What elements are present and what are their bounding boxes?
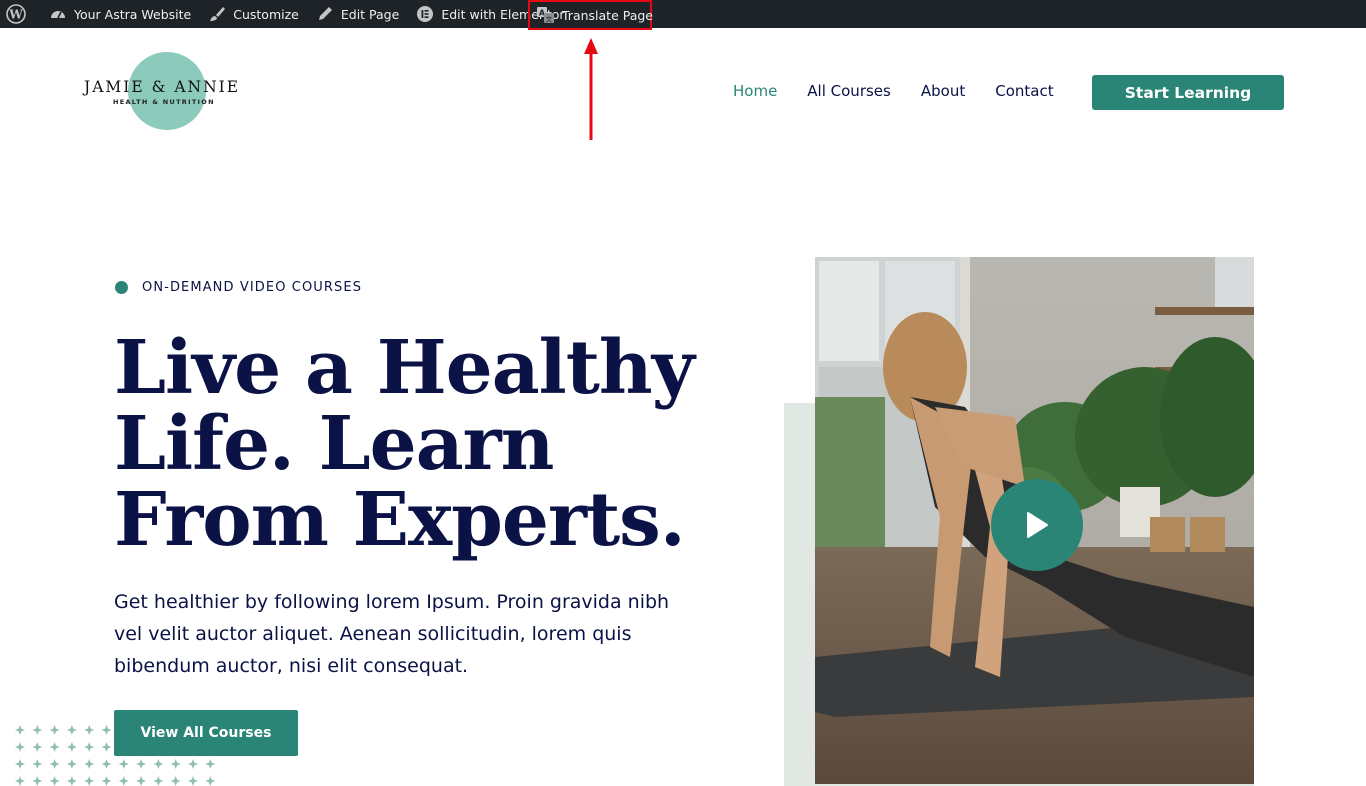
nav-item-contact[interactable]: Contact — [995, 82, 1053, 100]
hero-description: Get healthier by following lorem Ipsum. … — [114, 591, 670, 677]
site-logo[interactable]: JAMIE & ANNIE HEALTH & NUTRITION — [84, 52, 256, 134]
play-icon — [1027, 512, 1048, 538]
nav-item-all-courses[interactable]: All Courses — [807, 82, 891, 100]
pencil-icon — [315, 4, 335, 24]
play-video-button[interactable] — [991, 479, 1083, 571]
main-navigation: Home All Courses About Contact — [733, 82, 1084, 100]
svg-text:W: W — [8, 8, 23, 22]
customize-link[interactable]: Customize — [199, 0, 307, 28]
translate-page-link[interactable]: A文 Translate Page — [528, 0, 653, 30]
elementor-icon — [415, 4, 435, 24]
admin-bar: W Your Astra Website Customize Edit Page… — [0, 0, 1366, 30]
site-name-label: Your Astra Website — [74, 6, 192, 22]
eyebrow-text: ON-DEMAND VIDEO COURSES — [142, 280, 363, 295]
hero-title-line: From Experts. — [114, 477, 686, 563]
translate-page-label: Translate Page — [562, 7, 653, 23]
decorative-dot-pattern — [15, 725, 216, 786]
annotation-arrow-icon — [584, 38, 598, 140]
svg-text:文: 文 — [546, 15, 553, 24]
edit-page-link[interactable]: Edit Page — [307, 0, 407, 28]
wordpress-icon: W — [6, 4, 26, 24]
hero-title: Live a Healthy Life. Learn From Experts. — [114, 325, 695, 563]
hero-eyebrow: ON-DEMAND VIDEO COURSES — [115, 280, 362, 295]
paintbrush-icon — [207, 4, 227, 24]
wordpress-logo-button[interactable]: W — [0, 0, 40, 28]
nav-item-home[interactable]: Home — [733, 82, 777, 100]
translate-icon: A文 — [536, 5, 556, 25]
dashboard-icon — [48, 4, 68, 24]
logo-subtitle: HEALTH & NUTRITION — [113, 98, 215, 106]
hero-title-line: Life. Learn — [114, 401, 554, 487]
customize-label: Customize — [233, 6, 299, 22]
edit-page-label: Edit Page — [340, 6, 400, 22]
logo-title: JAMIE & ANNIE — [84, 78, 241, 96]
start-learning-button[interactable]: Start Learning — [1092, 75, 1284, 110]
hero-title-line: Live a Healthy — [114, 325, 695, 411]
nav-item-about[interactable]: About — [921, 82, 965, 100]
site-name-link[interactable]: Your Astra Website — [40, 0, 199, 28]
eyebrow-dot-icon — [115, 281, 128, 294]
